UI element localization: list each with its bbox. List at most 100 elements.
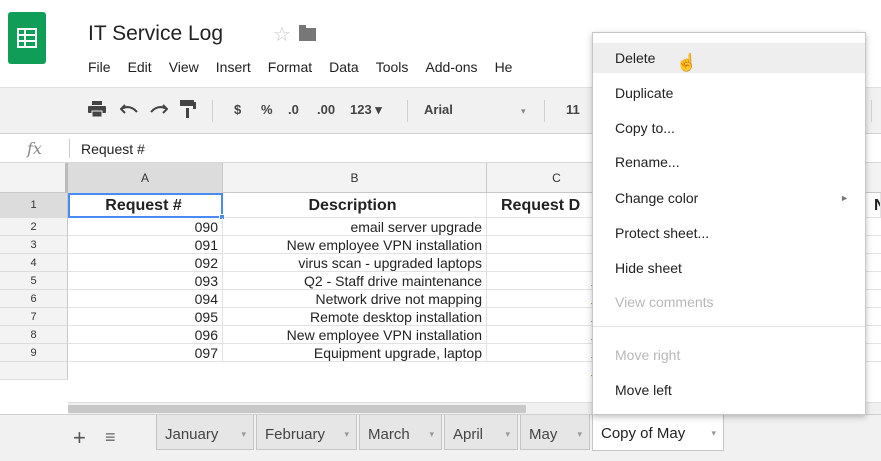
cell-b1[interactable]: Description bbox=[223, 193, 487, 218]
sheet-tab-label: Copy of May bbox=[601, 425, 686, 442]
sheet-tab-label: January bbox=[165, 426, 219, 443]
tab-caret-icon[interactable]: ▾ bbox=[429, 429, 434, 440]
menu-item-change-color[interactable]: Change color ► bbox=[593, 183, 865, 213]
sheets-logo-icon[interactable] bbox=[8, 12, 46, 64]
font-size-select[interactable]: 11 bbox=[566, 102, 580, 117]
row-header[interactable] bbox=[0, 362, 68, 380]
menu-view[interactable]: View bbox=[169, 59, 199, 79]
cell-request-number[interactable]: 096 bbox=[68, 326, 223, 344]
menu-addons[interactable]: Add-ons bbox=[425, 59, 477, 79]
cell-request-number[interactable]: 091 bbox=[68, 236, 223, 254]
menu-item-move-right: Move right bbox=[593, 340, 865, 370]
cell-description[interactable]: New employee VPN installation bbox=[223, 326, 487, 344]
currency-format-button[interactable]: $ bbox=[234, 102, 241, 117]
menu-data[interactable]: Data bbox=[329, 59, 359, 79]
menu-tools[interactable]: Tools bbox=[376, 59, 409, 79]
cell-request-number[interactable]: 093 bbox=[68, 272, 223, 290]
menu-format[interactable]: Format bbox=[268, 59, 312, 79]
sheet-tab-label: March bbox=[368, 426, 410, 443]
menu-item-copy-to[interactable]: Copy to... bbox=[593, 113, 865, 143]
font-caret-icon[interactable]: ▾ bbox=[521, 106, 526, 117]
redo-icon[interactable] bbox=[150, 103, 168, 115]
percent-format-button[interactable]: % bbox=[261, 102, 273, 117]
sheet-tab-bar: + ≡ January ▾ February ▾ March ▾ April ▾… bbox=[0, 414, 881, 461]
sheet-tab-january[interactable]: January ▾ bbox=[156, 415, 254, 450]
sheet-context-menu: Delete Duplicate Copy to... Rename... Ch… bbox=[592, 32, 866, 415]
cell-request-number[interactable]: 097 bbox=[68, 344, 223, 362]
sheet-tab-february[interactable]: February ▾ bbox=[256, 415, 357, 450]
cell-description[interactable]: Q2 - Staff drive maintenance bbox=[223, 272, 487, 290]
sheet-tab-label: February bbox=[265, 426, 326, 443]
undo-icon[interactable] bbox=[120, 103, 138, 115]
cell-description[interactable]: Remote desktop installation bbox=[223, 308, 487, 326]
row-header[interactable]: 9 bbox=[0, 344, 68, 362]
paint-format-icon[interactable] bbox=[180, 100, 196, 118]
cell-request-number[interactable]: 095 bbox=[68, 308, 223, 326]
menu-item-rename[interactable]: Rename... bbox=[593, 147, 865, 177]
sheet-tab-may[interactable]: May ▾ bbox=[520, 415, 590, 450]
column-header-a[interactable]: A bbox=[68, 163, 223, 193]
cell-description[interactable]: Equipment upgrade, laptop bbox=[223, 344, 487, 362]
tab-caret-icon[interactable]: ▾ bbox=[577, 429, 582, 440]
cell-a1[interactable]: Request # bbox=[68, 193, 223, 218]
row-header[interactable]: 7 bbox=[0, 308, 68, 326]
menu-file[interactable]: File bbox=[88, 59, 111, 79]
menu-item-label: View comments bbox=[615, 294, 714, 310]
menu-bar: File Edit View Insert Format Data Tools … bbox=[88, 59, 529, 79]
add-sheet-button[interactable]: + bbox=[73, 425, 86, 451]
cell-request-number[interactable]: 090 bbox=[68, 218, 223, 236]
menu-item-label: Change color bbox=[615, 190, 699, 206]
cell-description[interactable]: virus scan - upgraded laptops bbox=[223, 254, 487, 272]
formula-separator bbox=[69, 139, 70, 158]
menu-item-delete[interactable]: Delete bbox=[593, 43, 865, 73]
menu-item-protect-sheet[interactable]: Protect sheet... bbox=[593, 218, 865, 248]
row-header[interactable]: 3 bbox=[0, 236, 68, 254]
tab-caret-icon[interactable]: ▾ bbox=[241, 429, 246, 440]
folder-icon[interactable] bbox=[299, 25, 316, 41]
sheet-tab-copy-of-may[interactable]: Copy of May ▾ bbox=[592, 414, 724, 451]
row-header[interactable]: 1 bbox=[0, 193, 68, 218]
menu-edit[interactable]: Edit bbox=[128, 59, 152, 79]
font-select[interactable]: Arial bbox=[424, 102, 453, 117]
row-header[interactable]: 4 bbox=[0, 254, 68, 272]
decrease-decimal-button[interactable]: .0 bbox=[288, 102, 299, 117]
menu-separator bbox=[593, 326, 865, 327]
menu-item-hide-sheet[interactable]: Hide sheet bbox=[593, 253, 865, 283]
increase-decimal-button[interactable]: .00 bbox=[317, 102, 335, 117]
more-formats-button[interactable]: 123 ▾ bbox=[350, 102, 382, 118]
sheet-tab-label: May bbox=[529, 426, 558, 443]
toolbar-separator bbox=[407, 100, 408, 122]
row-header[interactable]: 5 bbox=[0, 272, 68, 290]
row-header[interactable]: 8 bbox=[0, 326, 68, 344]
scrollbar-thumb[interactable] bbox=[68, 405, 526, 413]
cell-description[interactable]: New employee VPN installation bbox=[223, 236, 487, 254]
cell-description[interactable]: Network drive not mapping bbox=[223, 290, 487, 308]
tab-caret-icon[interactable]: ▾ bbox=[505, 429, 510, 440]
cell-request-number[interactable]: 094 bbox=[68, 290, 223, 308]
formula-input[interactable]: Request # bbox=[81, 141, 145, 157]
all-sheets-menu-icon[interactable]: ≡ bbox=[105, 427, 116, 448]
column-header-b[interactable]: B bbox=[223, 163, 487, 193]
menu-item-move-left[interactable]: Move left bbox=[593, 375, 865, 405]
menu-insert[interactable]: Insert bbox=[216, 59, 251, 79]
menu-item-label: Move left bbox=[615, 382, 672, 398]
toolbar-separator bbox=[212, 100, 213, 122]
tab-caret-icon[interactable]: ▾ bbox=[711, 428, 716, 439]
star-icon[interactable]: ☆ bbox=[273, 22, 291, 47]
select-all-corner[interactable] bbox=[0, 163, 68, 193]
document-title[interactable]: IT Service Log bbox=[88, 22, 223, 46]
row-header[interactable]: 2 bbox=[0, 218, 68, 236]
cell-request-number[interactable]: 092 bbox=[68, 254, 223, 272]
menu-help[interactable]: He bbox=[495, 59, 513, 79]
print-icon[interactable] bbox=[88, 101, 106, 117]
tab-caret-icon[interactable]: ▾ bbox=[344, 429, 349, 440]
sheet-tab-april[interactable]: April ▾ bbox=[444, 415, 518, 450]
fx-icon: fx bbox=[27, 139, 42, 158]
sheet-tab-march[interactable]: March ▾ bbox=[359, 415, 442, 450]
cell-description[interactable]: email server upgrade bbox=[223, 218, 487, 236]
row-header[interactable]: 6 bbox=[0, 290, 68, 308]
toolbar-separator bbox=[871, 100, 872, 122]
menu-item-duplicate[interactable]: Duplicate bbox=[593, 78, 865, 108]
menu-item-view-comments: View comments bbox=[593, 287, 865, 317]
menu-item-label: Protect sheet... bbox=[615, 225, 710, 241]
